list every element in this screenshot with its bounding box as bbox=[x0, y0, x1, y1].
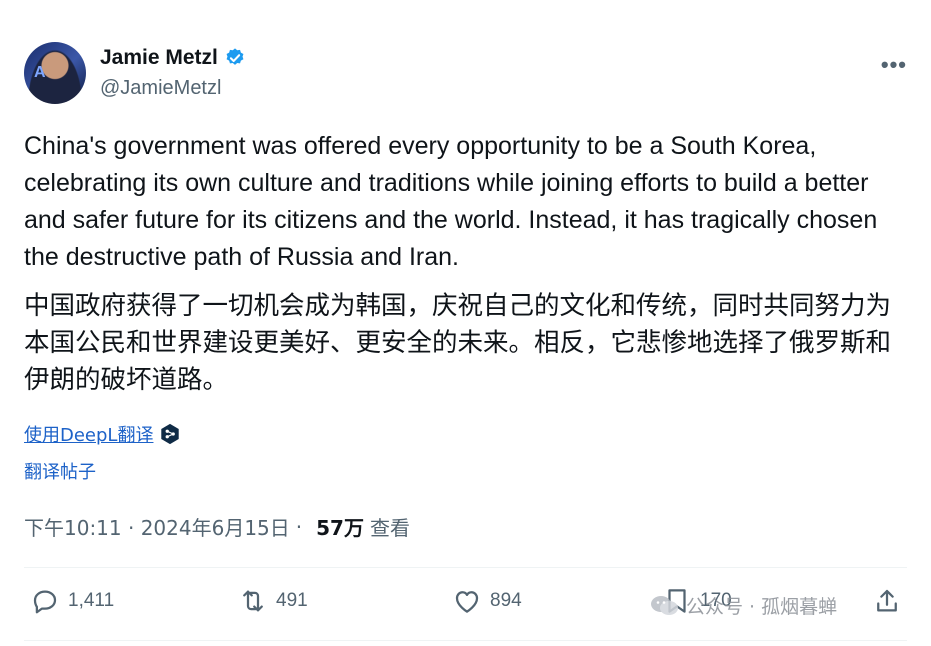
verified-badge-icon bbox=[226, 48, 244, 65]
avatar-logo-mark: A bbox=[34, 64, 46, 81]
deepl-icon bbox=[161, 423, 180, 445]
meta-separator: · bbox=[295, 514, 303, 539]
deepl-translate-link[interactable]: 使用DeepL翻译 bbox=[24, 421, 153, 447]
reply-count: 1,411 bbox=[68, 590, 115, 611]
tweet-header: A Jamie Metzl @JamieMetzl ••• bbox=[24, 40, 907, 110]
divider-bottom bbox=[24, 640, 907, 641]
name-row: Jamie Metzl bbox=[100, 46, 246, 70]
more-icon[interactable]: ••• bbox=[881, 52, 907, 78]
timestamp[interactable]: 下午10:11 · 2024年6月15日 bbox=[24, 512, 290, 541]
divider bbox=[24, 567, 907, 568]
watermark: 公众号 · 孤烟暮蝉 bbox=[650, 592, 837, 619]
deepl-translate[interactable]: 使用DeepL翻译 bbox=[24, 421, 181, 447]
reply-icon bbox=[33, 590, 57, 614]
retweet-icon bbox=[243, 590, 263, 612]
author-handle[interactable]: @JamieMetzl bbox=[100, 77, 221, 100]
avatar[interactable]: A bbox=[24, 42, 86, 104]
share-icon bbox=[877, 589, 897, 612]
like-count: 894 bbox=[490, 590, 522, 611]
views-count: 57万 bbox=[316, 516, 364, 540]
like-button[interactable]: 894 bbox=[452, 586, 522, 616]
tweet-meta: 下午10:11 · 2024年6月15日 · 57万 查看 bbox=[24, 512, 410, 541]
retweet-count: 491 bbox=[276, 590, 308, 611]
author-display-name[interactable]: Jamie Metzl bbox=[100, 46, 218, 70]
reply-button[interactable]: 1,411 bbox=[30, 586, 114, 616]
views-label: 查看 bbox=[369, 516, 410, 540]
tweet-text-en: China's government was offered every opp… bbox=[24, 132, 878, 271]
translate-post-link[interactable]: 翻译帖子 bbox=[24, 458, 96, 484]
like-icon bbox=[455, 591, 479, 613]
retweet-button[interactable]: 491 bbox=[238, 586, 308, 616]
watermark-text: 公众号 · 孤烟暮蝉 bbox=[686, 596, 838, 618]
tweet-text-zh: 中国政府获得了一切机会成为韩国，庆祝自己的文化和传统，同时共同努力为本国公民和世… bbox=[24, 291, 892, 395]
wechat-icon bbox=[651, 595, 678, 615]
share-button[interactable] bbox=[872, 586, 902, 616]
